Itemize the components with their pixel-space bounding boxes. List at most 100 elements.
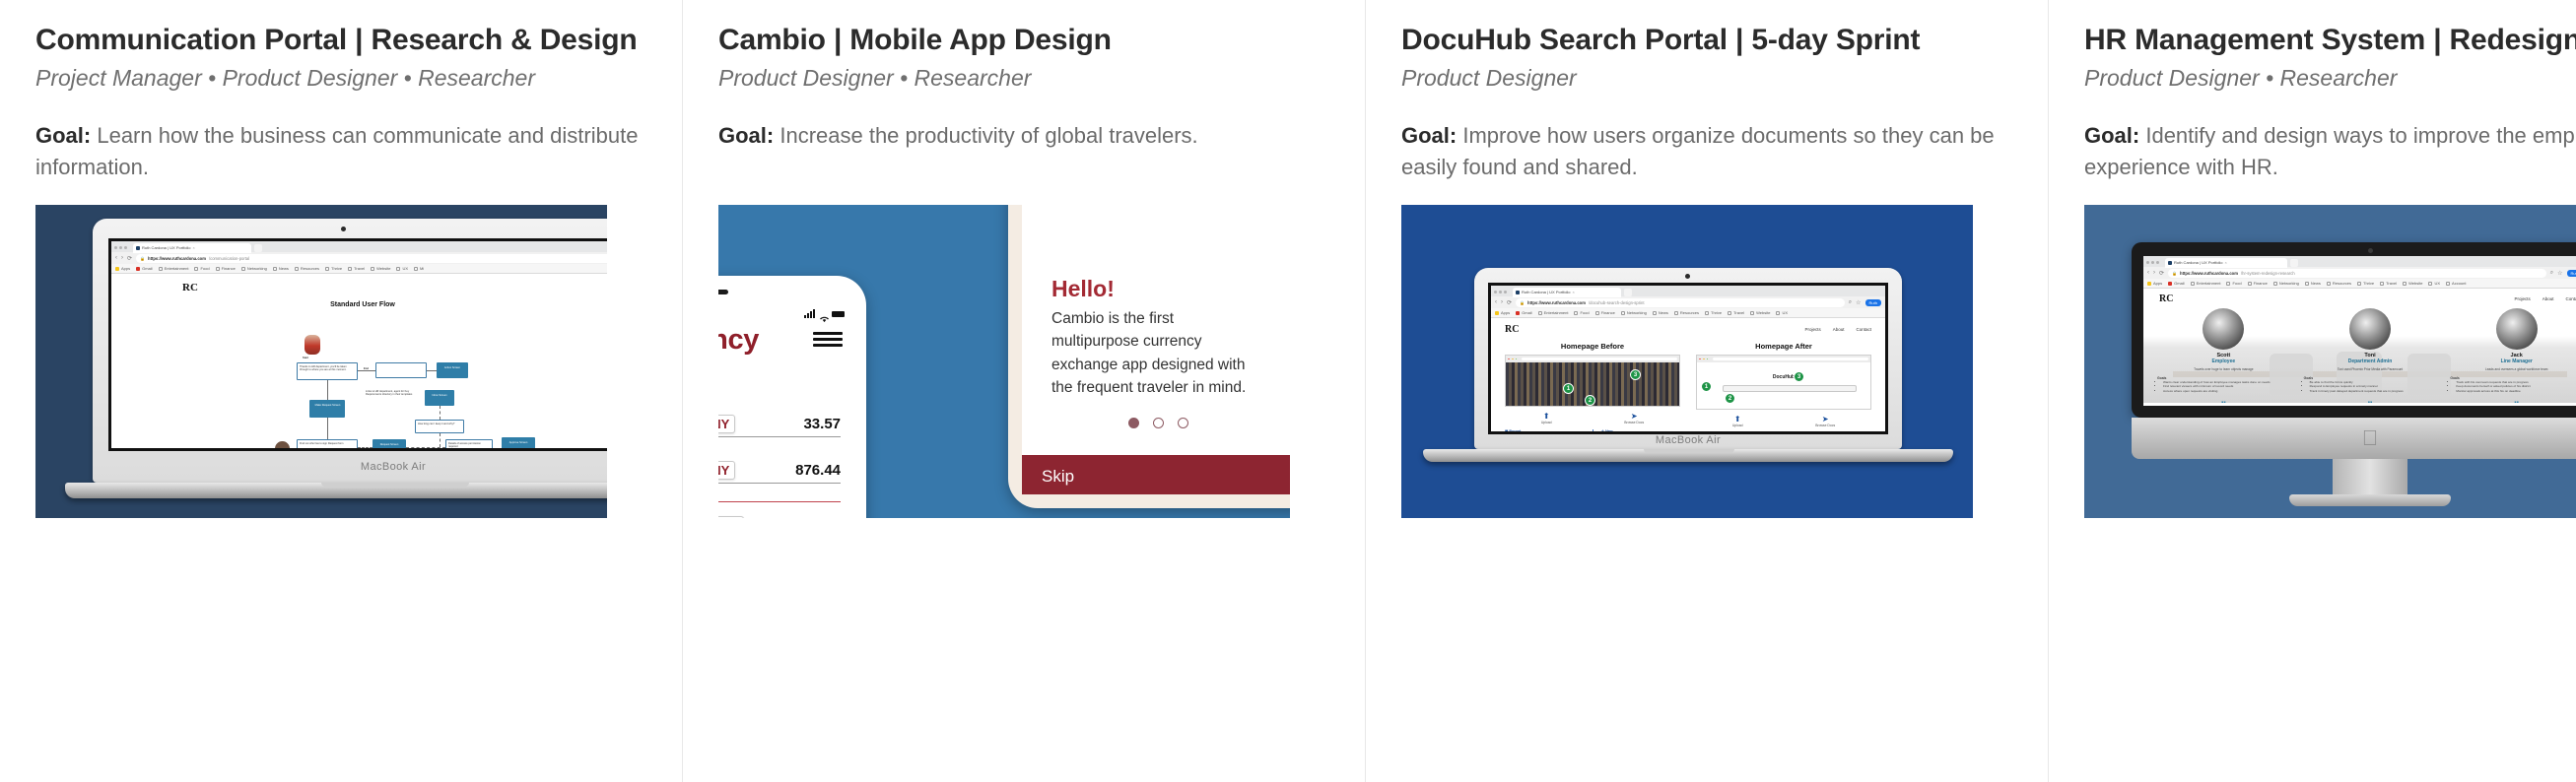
new-tab-button[interactable] [254,243,262,252]
pager-dot-active[interactable] [1128,418,1139,429]
bookmark-item[interactable]: UX [2428,281,2440,286]
window-controls[interactable] [1494,291,1507,294]
bookmark-item[interactable]: Resources [1673,310,1699,315]
bookmark-item[interactable]: Food [2226,281,2242,286]
pager-dot[interactable] [1153,418,1164,429]
bookmark-item[interactable]: Resources [2326,281,2351,286]
onboarding-pager[interactable] [1128,418,1188,429]
bookmark-item[interactable]: Food [1574,310,1590,315]
site-logo[interactable]: RC [2159,293,2173,304]
back-icon[interactable]: ‹ [1495,299,1497,305]
site-nav[interactable]: Projects About Contact [2514,296,2576,301]
bookmark-item[interactable]: Gmail [2168,281,2185,286]
forward-icon[interactable]: › [1501,299,1503,305]
site-nav[interactable]: Projects About Contact [1804,327,1871,332]
star-icon[interactable]: ☆ [1856,299,1861,306]
minimize-dot-icon[interactable] [119,246,122,250]
back-icon[interactable]: ‹ [115,255,117,261]
back-icon[interactable]: ‹ [2147,270,2149,276]
project-card-docuhub[interactable]: DocuHub Search Portal | 5-day Sprint Pro… [1401,0,2012,519]
maximize-dot-icon[interactable] [124,246,127,250]
project-thumbnail-macbook[interactable]: Ruth Cardona | UX Portfolio × ‹ › ⟳ 🔒 ht… [1401,205,1973,519]
bookmark-item[interactable]: News [1652,310,1668,315]
bookmark-item[interactable]: Travel [1728,310,1744,315]
bookmark-item[interactable]: Entertainment [1537,310,1568,315]
search-icon[interactable]: ⌕ [2550,270,2553,277]
bookmark-item[interactable]: Thrive [2357,281,2374,286]
minimize-dot-icon[interactable] [2151,261,2154,265]
bookmark-item[interactable]: Networking [1620,310,1647,315]
browser-tab[interactable]: Ruth Cardona | UX Portfolio × [1513,287,1621,297]
profile-button[interactable]: Ruth [2566,269,2576,277]
project-thumbnail-macbook[interactable]: Ruth Cardona | UX Portfolio × ‹ › ⟳ 🔒 ht… [35,205,607,519]
bookmark-item[interactable]: Food [194,266,210,271]
bookmark-item[interactable]: Networking [2272,281,2299,286]
bookmark-item[interactable]: Website [1750,310,1770,315]
bookmark-item[interactable]: Thrive [325,266,342,271]
browser-tab[interactable]: Ruth Cardona | UX Portfolio × [2165,257,2287,268]
maximize-dot-icon[interactable] [1504,291,1507,294]
pager-dot[interactable] [1178,418,1188,429]
bookmark-item[interactable]: Entertainment [158,266,188,271]
bookmark-item[interactable]: Travel [348,266,365,271]
close-dot-icon[interactable] [1494,291,1497,294]
browser-tab[interactable]: Ruth Cardona | UX Portfolio × [133,242,251,253]
cta-browse[interactable]: ➤ Browse Docs [1624,412,1644,424]
new-tab-button[interactable] [2290,258,2298,267]
bookmark-item[interactable]: Networking [240,266,267,271]
bookmark-item[interactable]: Mi [414,266,424,271]
address-bar[interactable]: 🔒 https://www.ruthcardona.com/communicat… [136,253,607,263]
currency-selector[interactable]: CNY [718,415,736,434]
bookmark-item[interactable]: Apps [1495,310,1510,315]
forward-icon[interactable]: › [2153,270,2155,276]
nav-item-contact[interactable]: Contact [1856,327,1871,332]
calculator-row[interactable]: 100.00 = CNY 876.44 [718,461,841,485]
nav-item-projects[interactable]: Projects [2514,296,2530,301]
site-logo[interactable]: RC [182,282,198,293]
new-tab-button[interactable] [1624,288,1632,296]
bookmark-item[interactable]: Website [2403,281,2422,286]
close-dot-icon[interactable] [114,246,117,250]
profile-button[interactable]: Ruth [1864,298,1881,306]
bookmark-item[interactable]: Travel [2380,281,2397,286]
project-thumbnail-imac[interactable]: Ruth Cardona | UX Portfolio × ‹ › ⟳ 🔒 ht… [2084,205,2576,519]
bookmark-item[interactable]: News [2304,281,2321,286]
currency-selector[interactable]: CNY [718,461,736,481]
nav-item-about[interactable]: About [1833,327,1845,332]
calculator-row[interactable]: 5.00 = CNY 33.57 [718,415,841,438]
address-bar[interactable]: 🔒 https://www.ruthcardona.com/docuhub-se… [1516,297,1845,307]
forward-icon[interactable]: › [121,255,123,261]
bookmark-item[interactable]: Finance [2247,281,2268,286]
menu-icon[interactable] [813,332,843,350]
cta-upload[interactable]: ⬆ Upload [1732,415,1743,427]
search-box[interactable] [1723,385,1857,393]
site-logo[interactable]: RC [1505,324,1519,335]
bookmark-item[interactable]: Apps [115,266,130,271]
nav-item-about[interactable]: About [2542,296,2554,301]
bookmark-item[interactable]: Apps [2147,281,2162,286]
window-controls[interactable] [114,246,127,250]
reload-icon[interactable]: ⟳ [2159,270,2164,277]
bookmark-item[interactable]: Website [371,266,390,271]
bookmark-item[interactable]: Finance [215,266,236,271]
bookmark-item[interactable]: Resources [294,266,319,271]
close-icon[interactable]: × [2225,260,2227,265]
close-dot-icon[interactable] [2146,261,2149,265]
bookmark-item[interactable]: UX [396,266,408,271]
search-icon[interactable]: ⌕ [1849,299,1852,306]
project-thumbnail-phones[interactable]: Multicurrency Calculator Rates last upda… [718,205,1290,519]
close-icon[interactable]: × [1573,290,1575,294]
close-icon[interactable]: × [193,245,195,250]
cta-upload[interactable]: ⬆ Upload [1541,412,1552,424]
project-card-hr-management[interactable]: HR Management System | Redesign Product … [2084,0,2576,519]
nav-item-contact[interactable]: Contact [2565,296,2576,301]
project-card-communication-portal[interactable]: Communication Portal | Research & Design… [35,0,646,519]
bookmark-item[interactable]: Gmail [136,266,153,271]
bookmark-item[interactable]: Entertainment [2190,281,2220,286]
nav-item-projects[interactable]: Projects [1804,327,1820,332]
reload-icon[interactable]: ⟳ [127,255,132,262]
address-bar[interactable]: 🔒 https://www.ruthcardona.com/hr-system-… [2168,268,2546,278]
project-card-cambio[interactable]: Cambio | Mobile App Design Product Desig… [718,0,1329,519]
window-controls[interactable] [2146,261,2159,265]
reload-icon[interactable]: ⟳ [1507,299,1512,306]
